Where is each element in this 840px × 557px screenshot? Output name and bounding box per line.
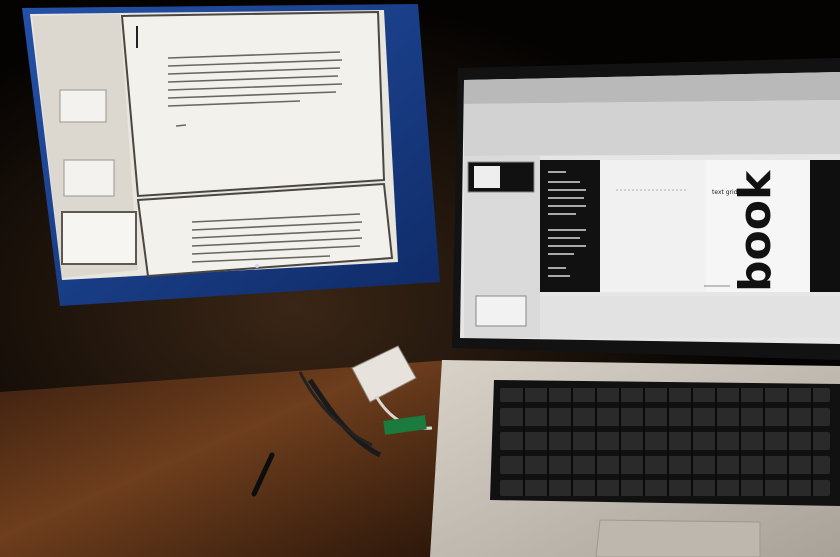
page-thumbnail <box>475 295 527 327</box>
page-thumbnail-selected <box>61 211 137 265</box>
spread-black-column <box>540 160 600 292</box>
laptop: text grid book <box>430 58 840 557</box>
app-status-area <box>540 296 840 338</box>
trackpad <box>595 519 761 557</box>
page-thumbnail <box>63 159 115 197</box>
cover-black <box>810 160 840 292</box>
spread-page <box>600 160 706 292</box>
cursor-mark <box>136 26 138 48</box>
document-page <box>120 10 386 198</box>
photo-scene: text grid book <box>0 0 840 557</box>
page-thumbnail <box>59 89 107 123</box>
apple-logo-light <box>255 264 259 268</box>
external-monitor <box>22 4 440 306</box>
app-rulers <box>464 100 840 156</box>
cover-title: book <box>730 169 781 292</box>
